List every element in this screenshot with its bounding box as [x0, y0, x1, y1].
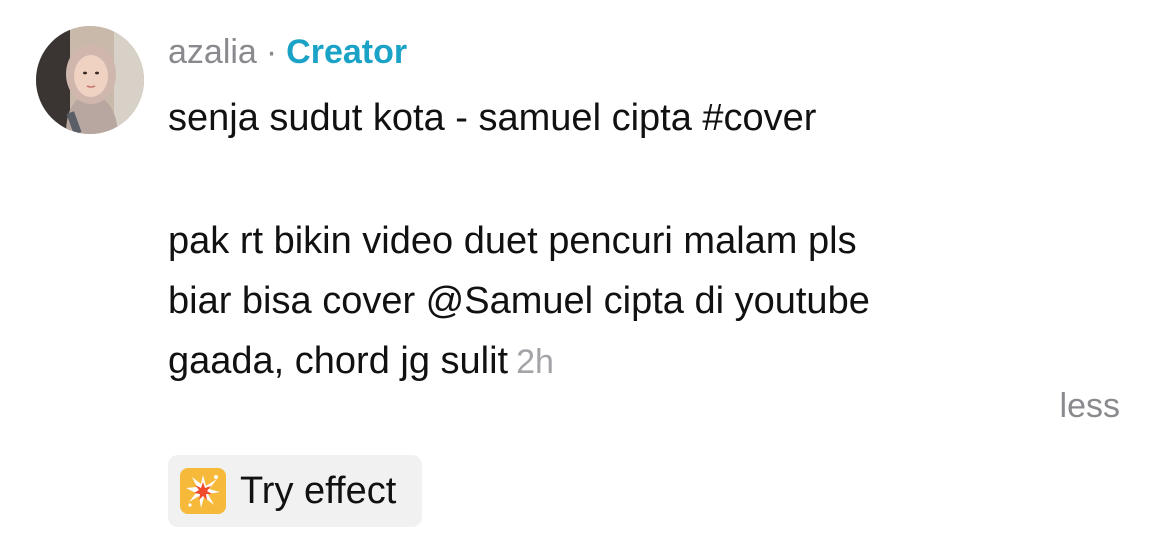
avatar[interactable]: [36, 26, 144, 134]
post-header: azalia · Creator: [168, 30, 407, 74]
try-effect-button[interactable]: Try effect: [168, 455, 423, 527]
header-separator: ·: [265, 33, 278, 71]
caption-line-last: gaada, chord jg sulit 2h: [168, 331, 1128, 392]
caption-line-text: gaada, chord jg sulit: [168, 340, 509, 382]
creator-badge: Creator: [286, 33, 408, 71]
comment-post: azalia · Creator senja sudut kota - samuel…: [0, 0, 1170, 538]
caption-line: biar bisa cover @Samuel cipta di youtube: [168, 280, 870, 322]
try-effect-label: Try effect: [240, 469, 397, 512]
username[interactable]: azalia: [168, 33, 257, 71]
sparkle-burst-icon: [180, 468, 226, 514]
avatar-image: [36, 26, 144, 134]
less-button[interactable]: less: [1060, 384, 1120, 428]
caption-line: senja sudut kota - samuel cipta #cover: [168, 97, 817, 139]
caption-text: senja sudut kota - samuel cipta #cover p…: [168, 88, 1128, 392]
caption-line: pak rt bikin video duet pencuri malam pl…: [168, 220, 857, 262]
timestamp: 2h: [516, 343, 554, 381]
